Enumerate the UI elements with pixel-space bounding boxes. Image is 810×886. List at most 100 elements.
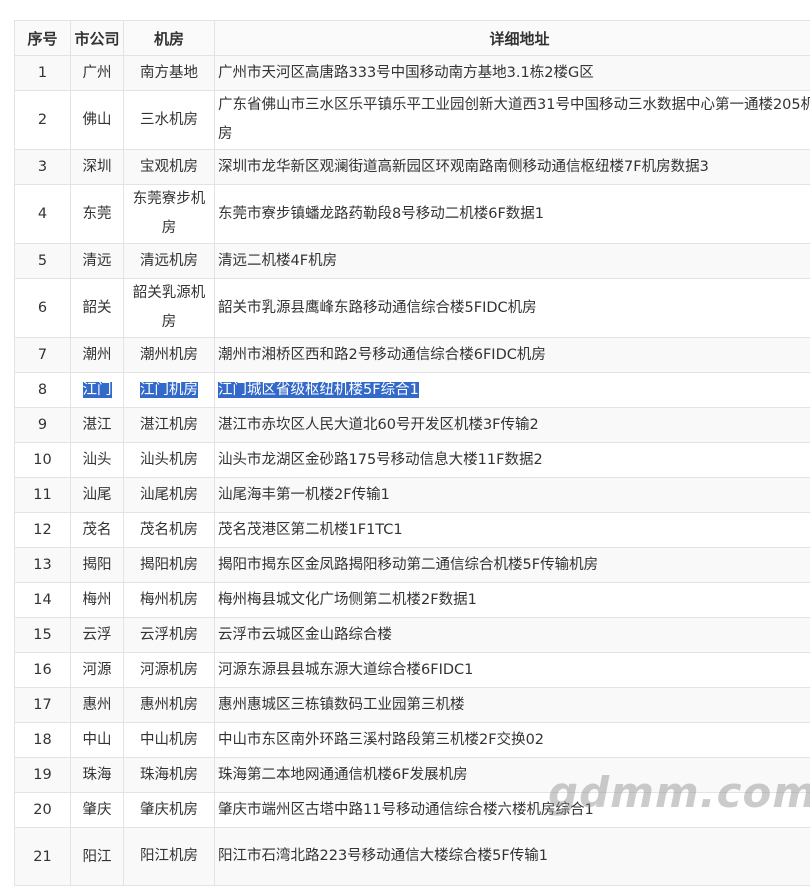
table-row[interactable]: 16河源河源机房河源东源县县城东源大道综合楼6FIDC1 <box>15 653 810 688</box>
row-index-text: 1 <box>38 65 47 81</box>
row-room-text: 潮州机房 <box>140 347 198 363</box>
row-index-text: 8 <box>38 382 47 398</box>
row-address: 云浮市云城区金山路综合楼 <box>215 618 810 653</box>
row-address-text: 广州市天河区高唐路333号中国移动南方基地3.1栋2楼G区 <box>218 65 594 81</box>
row-city-text: 江门 <box>83 382 112 398</box>
row-address: 珠海第二本地网通通信机楼6F发展机房 <box>215 758 810 793</box>
row-city-text: 云浮 <box>83 627 112 643</box>
row-address: 清远二机楼4F机房 <box>215 244 810 279</box>
row-room: 茂名机房 <box>124 513 215 548</box>
table-row[interactable]: 19珠海珠海机房珠海第二本地网通通信机楼6F发展机房 <box>15 758 810 793</box>
table-row[interactable]: 21阳江阳江机房阳江市石湾北路223号移动通信大楼综合楼5F传输1 <box>15 828 810 886</box>
row-index: 17 <box>15 688 71 723</box>
row-index: 11 <box>15 478 71 513</box>
row-city: 中山 <box>71 723 124 758</box>
row-address: 广东省佛山市三水区乐平镇乐平工业园创新大道西31号中国移动三水数据中心第一通楼2… <box>215 91 810 150</box>
row-address: 肇庆市端州区古塔中路11号移动通信综合楼六楼机房综合1 <box>215 793 810 828</box>
row-index-text: 14 <box>33 592 51 608</box>
row-address: 深圳市龙华新区观澜街道高新园区环观南路南侧移动通信枢纽楼7F机房数据3 <box>215 150 810 185</box>
table-row[interactable]: 2佛山三水机房广东省佛山市三水区乐平镇乐平工业园创新大道西31号中国移动三水数据… <box>15 91 810 150</box>
table-row[interactable]: 12茂名茂名机房茂名茂港区第二机楼1F1TC1 <box>15 513 810 548</box>
row-address: 湛江市赤坎区人民大道北60号开发区机楼3F传输2 <box>215 408 810 443</box>
row-city-text: 揭阳 <box>83 557 112 573</box>
table-row[interactable]: 1广州南方基地广州市天河区高唐路333号中国移动南方基地3.1栋2楼G区 <box>15 56 810 91</box>
header-room[interactable]: 机房 <box>124 21 215 56</box>
row-index: 20 <box>15 793 71 828</box>
row-city-text: 潮州 <box>83 347 112 363</box>
row-index: 7 <box>15 338 71 373</box>
row-index-text: 21 <box>33 849 51 865</box>
row-index-text: 4 <box>38 206 47 222</box>
row-room: 江门机房 <box>124 373 215 408</box>
header-index[interactable]: 序号 <box>15 21 71 56</box>
table-row[interactable]: 17 惠州惠州机房惠州惠城区三栋镇数码工业园第三机楼 <box>15 688 810 723</box>
row-city-text: 汕尾 <box>83 487 112 503</box>
row-room: 中山机房 <box>124 723 215 758</box>
row-address: 茂名茂港区第二机楼1F1TC1 <box>215 513 810 548</box>
row-index-text: 17 <box>33 697 51 713</box>
row-room-text: 茂名机房 <box>140 522 198 538</box>
row-address-text: 江门城区省级枢纽机楼5F综合1 <box>218 382 419 398</box>
table-row[interactable]: 10汕头汕头机房汕头市龙湖区金砂路175号移动信息大楼11F数据2 <box>15 443 810 478</box>
row-address: 阳江市石湾北路223号移动通信大楼综合楼5F传输1 <box>215 828 810 886</box>
row-city: 肇庆 <box>71 793 124 828</box>
table-row[interactable]: 18中山中山机房中山市东区南外环路三溪村路段第三机楼2F交换02 <box>15 723 810 758</box>
row-city-text: 河源 <box>83 662 112 678</box>
row-index-text: 10 <box>33 452 51 468</box>
table-row[interactable]: 5清远清远机房清远二机楼4F机房 <box>15 244 810 279</box>
header-address[interactable]: 详细地址 <box>215 21 810 56</box>
row-room: 汕尾机房 <box>124 478 215 513</box>
row-room: 河源机房 <box>124 653 215 688</box>
row-city-text: 佛山 <box>83 112 112 128</box>
row-room: 揭阳机房 <box>124 548 215 583</box>
row-address-text: 广东省佛山市三水区乐平镇乐平工业园创新大道西31号中国移动三水数据中心第一通楼2… <box>218 97 810 142</box>
row-index-text: 2 <box>38 112 47 128</box>
row-address: 广州市天河区高唐路333号中国移动南方基地3.1栋2楼G区 <box>215 56 810 91</box>
table-row[interactable]: 13揭阳揭阳机房揭阳市揭东区金凤路揭阳移动第二通信综合机楼5F传输机房 <box>15 548 810 583</box>
row-address: 东莞市寮步镇蟠龙路药勒段8号移动二机楼6F数据1 <box>215 185 810 244</box>
row-index: 3 <box>15 150 71 185</box>
row-city: 珠海 <box>71 758 124 793</box>
table-row[interactable]: 3深圳宝观机房深圳市龙华新区观澜街道高新园区环观南路南侧移动通信枢纽楼7F机房数… <box>15 150 810 185</box>
row-room: 汕头机房 <box>124 443 215 478</box>
row-index-text: 9 <box>38 417 47 433</box>
row-address-text: 惠州惠城区三栋镇数码工业园第三机楼 <box>218 697 465 713</box>
row-room-text: 中山机房 <box>140 732 198 748</box>
row-room-text: 韶关乳源机房 <box>133 285 206 330</box>
header-city[interactable]: 市公司 <box>71 21 124 56</box>
row-address-text: 揭阳市揭东区金凤路揭阳移动第二通信综合机楼5F传输机房 <box>218 557 598 573</box>
table-row[interactable]: 15云浮云浮机房云浮市云城区金山路综合楼 <box>15 618 810 653</box>
table-row[interactable]: 4 东莞 东莞寮步机房东莞市寮步镇蟠龙路药勒段8号移动二机楼6F数据1 <box>15 185 810 244</box>
row-city-text: 广州 <box>83 65 112 81</box>
row-city-text: 东莞 <box>83 206 112 222</box>
row-index: 6 <box>15 279 71 338</box>
row-city-text: 惠州 <box>83 697 112 713</box>
row-room-text: 宝观机房 <box>140 159 198 175</box>
row-room: 梅州机房 <box>124 583 215 618</box>
table-row[interactable]: 6韶关韶关乳源机房韶关市乳源县鹰峰东路移动通信综合楼5FIDC机房 <box>15 279 810 338</box>
row-address: 中山市东区南外环路三溪村路段第三机楼2F交换02 <box>215 723 810 758</box>
row-address-text: 珠海第二本地网通通信机楼6F发展机房 <box>218 767 468 783</box>
table-row[interactable]: 20 肇庆肇庆机房肇庆市端州区古塔中路11号移动通信综合楼六楼机房综合1 <box>15 793 810 828</box>
row-room-text: 东莞寮步机房 <box>133 191 206 236</box>
row-city: 湛江 <box>71 408 124 443</box>
row-index-text: 7 <box>38 347 47 363</box>
table-row[interactable]: 7潮州潮州机房潮州市湘桥区西和路2号移动通信综合楼6FIDC机房 <box>15 338 810 373</box>
row-city: 云浮 <box>71 618 124 653</box>
row-room-text: 河源机房 <box>140 662 198 678</box>
row-index: 19 <box>15 758 71 793</box>
table-row[interactable]: 8 江门江门机房江门城区省级枢纽机楼5F综合1 <box>15 373 810 408</box>
table-row[interactable]: 9湛江湛江机房湛江市赤坎区人民大道北60号开发区机楼3F传输2 <box>15 408 810 443</box>
row-room: 惠州机房 <box>124 688 215 723</box>
row-city: 广州 <box>71 56 124 91</box>
row-address-text: 汕头市龙湖区金砂路175号移动信息大楼11F数据2 <box>218 452 543 468</box>
row-city-text: 茂名 <box>83 522 112 538</box>
row-room-text: 云浮机房 <box>140 627 198 643</box>
row-room: 肇庆机房 <box>124 793 215 828</box>
row-city-text: 珠海 <box>83 767 112 783</box>
table-row[interactable]: 14梅州梅州机房梅州梅县城文化广场侧第二机楼2F数据1 <box>15 583 810 618</box>
row-address-text: 茂名茂港区第二机楼1F1TC1 <box>218 522 403 538</box>
row-city-text: 肇庆 <box>83 802 112 818</box>
table-row[interactable]: 11汕尾汕尾机房汕尾海丰第一机楼2F传输1 <box>15 478 810 513</box>
row-room-text: 梅州机房 <box>140 592 198 608</box>
